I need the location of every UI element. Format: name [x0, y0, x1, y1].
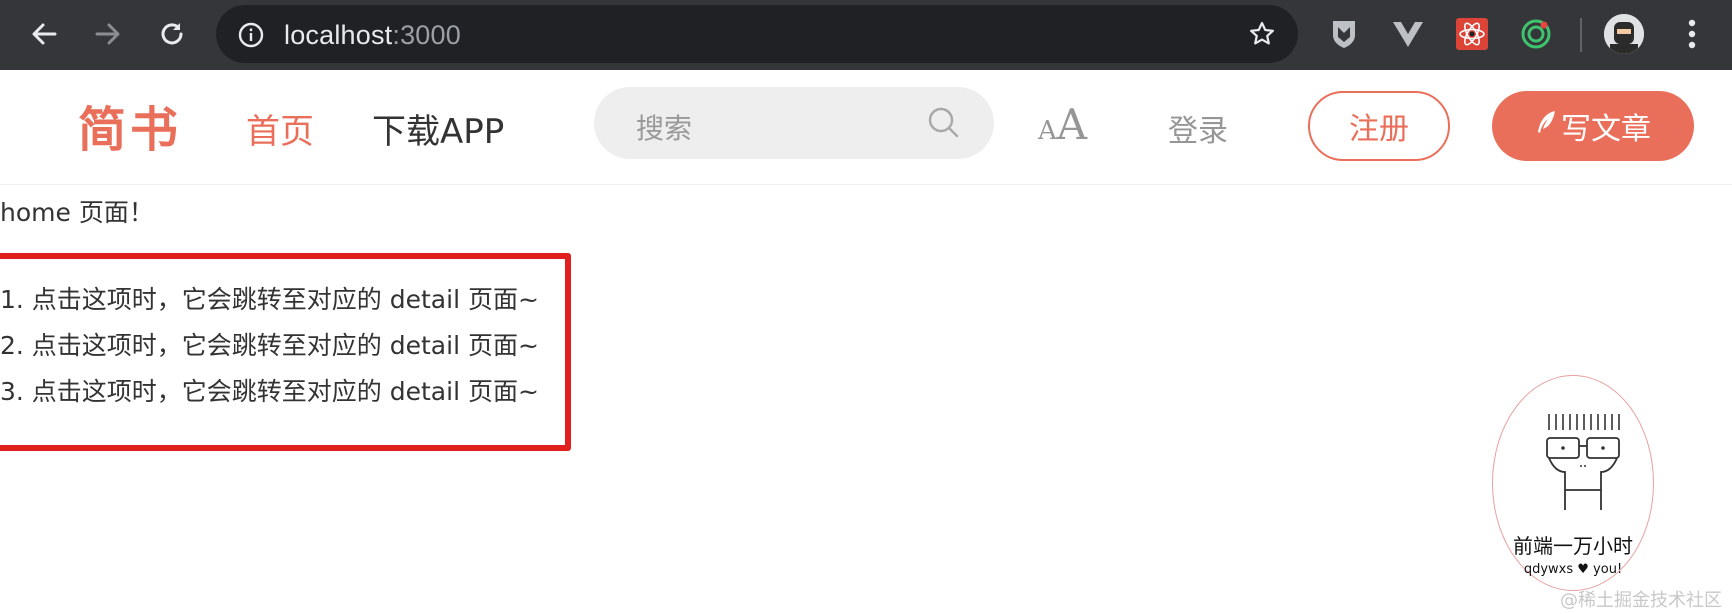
font-toggle-big: A — [1056, 100, 1088, 149]
search-placeholder: 搜索 — [636, 112, 693, 145]
write-article-label: 写文章 — [1561, 112, 1651, 147]
url-text: localhost:3000 — [284, 20, 461, 51]
nav-home-link[interactable]: 首页 — [246, 104, 314, 153]
search-input[interactable]: 搜索 — [594, 87, 994, 159]
home-page-text: home 页面！ — [0, 198, 154, 227]
url-host: localhost — [284, 20, 393, 50]
profile-avatar[interactable] — [1604, 14, 1644, 54]
nav-download-app-link[interactable]: 下载APP — [372, 104, 504, 153]
reload-icon[interactable] — [152, 14, 192, 54]
forward-arrow-icon[interactable] — [88, 14, 128, 54]
vue-devtools-icon[interactable] — [1388, 14, 1428, 54]
toolbar-separator — [1580, 18, 1582, 52]
search-icon[interactable] — [926, 105, 962, 145]
browser-toolbar: localhost:3000 — [0, 0, 1732, 70]
back-arrow-icon[interactable] — [24, 14, 64, 54]
platform-credit-watermark: @稀土掘金技术社区 — [1560, 590, 1722, 611]
cartoon-face-icon — [1546, 414, 1620, 510]
site-logo[interactable]: 简书 — [78, 90, 182, 160]
list-item-link[interactable]: 2. 点击这项时，它会跳转至对应的 detail 页面~ — [0, 328, 539, 374]
list-item-link[interactable]: 1. 点击这项时，它会跳转至对应的 detail 页面~ — [0, 282, 539, 328]
login-link[interactable]: 登录 — [1168, 106, 1228, 150]
address-bar[interactable]: localhost:3000 — [216, 5, 1298, 63]
register-button[interactable]: 注册 — [1308, 91, 1450, 161]
site-header: 简书 首页 下载APP 搜索 AA 登录 注册 写文章 — [0, 70, 1732, 185]
more-menu-icon[interactable] — [1672, 14, 1712, 54]
write-article-button[interactable]: 写文章 — [1492, 91, 1694, 161]
url-port: :3000 — [392, 20, 461, 50]
detail-link-list: 1. 点击这项时，它会跳转至对应的 detail 页面~ 2. 点击这项时，它会… — [0, 282, 539, 420]
target-extension-icon[interactable] — [1516, 14, 1556, 54]
list-item-link[interactable]: 3. 点击这项时，它会跳转至对应的 detail 页面~ — [0, 374, 539, 420]
bookmark-star-icon[interactable] — [1248, 20, 1276, 52]
watermark-title: 前端一万小时 — [1513, 534, 1633, 558]
author-watermark-badge: 前端一万小时 qdywxs ♥ you! — [1492, 375, 1654, 591]
react-devtools-icon[interactable] — [1452, 14, 1492, 54]
shield-extension-icon[interactable] — [1324, 14, 1364, 54]
watermark-subtitle: qdywxs ♥ you! — [1523, 562, 1623, 577]
feather-pen-icon — [1535, 109, 1557, 144]
register-label: 注册 — [1349, 112, 1409, 147]
font-size-toggle[interactable]: AA — [1038, 100, 1087, 149]
info-icon[interactable] — [238, 22, 264, 52]
font-toggle-small: A — [1038, 116, 1057, 146]
